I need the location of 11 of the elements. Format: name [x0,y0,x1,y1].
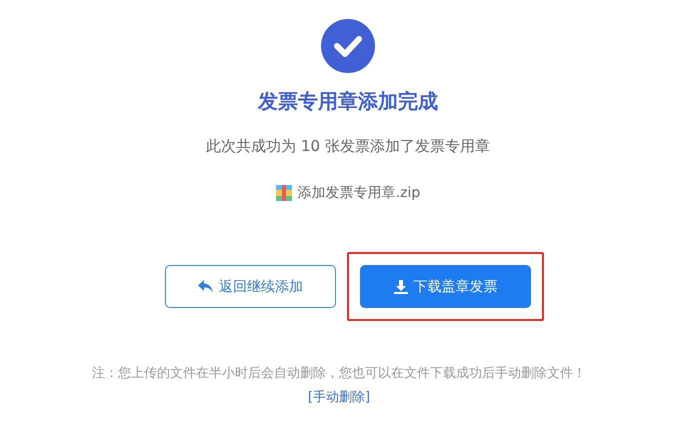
manual-delete-link[interactable]: [手动删除] [308,388,370,406]
auto-delete-note: 注：您上传的文件在半小时后会自动删除，您也可以在文件下载成功后手动删除文件！ [92,365,586,383]
reply-arrow-icon [198,280,213,293]
result-title: 发票专用章添加完成 [258,88,438,115]
success-check-icon [321,19,375,73]
file-name: 添加发票专用章.zip [298,184,420,202]
result-summary: 此次共成功为 10 张发票添加了发票专用章 [206,136,490,157]
download-icon [394,280,408,294]
download-button[interactable]: 下载盖章发票 [360,265,531,308]
back-button[interactable]: 返回继续添加 [165,265,336,308]
archive-file-icon [276,185,292,201]
